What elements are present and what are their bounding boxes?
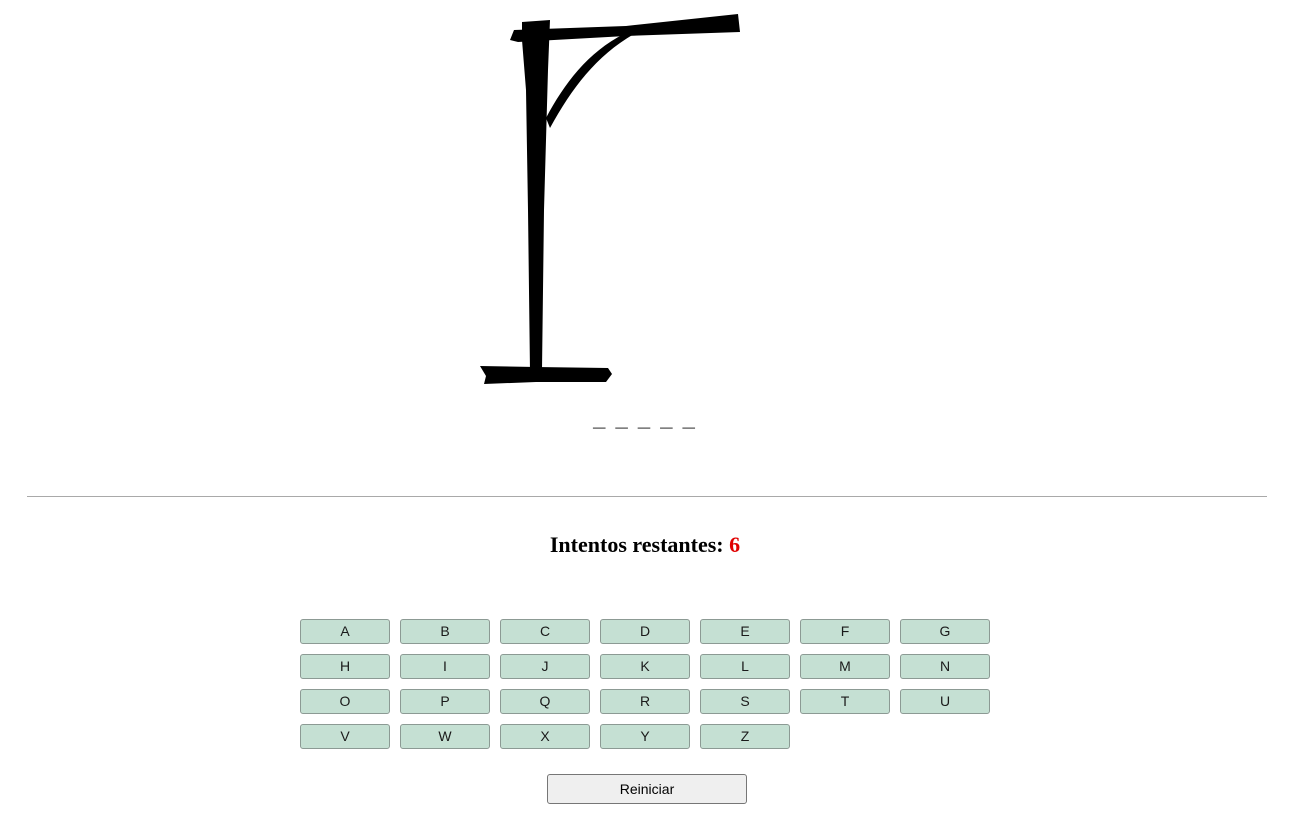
- letter-button-d[interactable]: D: [600, 619, 690, 644]
- letter-button-p[interactable]: P: [400, 689, 490, 714]
- letter-button-a[interactable]: A: [300, 619, 390, 644]
- attempts-remaining: Intentos restantes: 6: [0, 532, 1290, 558]
- letter-button-x[interactable]: X: [500, 724, 590, 749]
- reset-button[interactable]: Reiniciar: [547, 774, 747, 804]
- letter-button-u[interactable]: U: [900, 689, 990, 714]
- letter-button-q[interactable]: Q: [500, 689, 590, 714]
- letter-button-s[interactable]: S: [700, 689, 790, 714]
- attempts-label: Intentos restantes:: [549, 532, 724, 557]
- letter-button-g[interactable]: G: [900, 619, 990, 644]
- word-blanks: _ _ _ _ _: [593, 406, 697, 431]
- letter-button-v[interactable]: V: [300, 724, 390, 749]
- letter-button-c[interactable]: C: [500, 619, 590, 644]
- letter-button-t[interactable]: T: [800, 689, 890, 714]
- letter-button-r[interactable]: R: [600, 689, 690, 714]
- letter-button-o[interactable]: O: [300, 689, 390, 714]
- divider: [27, 496, 1267, 497]
- attempts-count: 6: [729, 532, 741, 557]
- letter-button-y[interactable]: Y: [600, 724, 690, 749]
- letter-button-n[interactable]: N: [900, 654, 990, 679]
- gallows-image: [476, 10, 746, 388]
- letter-button-j[interactable]: J: [500, 654, 590, 679]
- letter-button-h[interactable]: H: [300, 654, 390, 679]
- letter-button-f[interactable]: F: [800, 619, 890, 644]
- letter-button-w[interactable]: W: [400, 724, 490, 749]
- letter-button-m[interactable]: M: [800, 654, 890, 679]
- letter-button-i[interactable]: I: [400, 654, 490, 679]
- letter-button-k[interactable]: K: [600, 654, 690, 679]
- letter-button-b[interactable]: B: [400, 619, 490, 644]
- letter-button-l[interactable]: L: [700, 654, 790, 679]
- letter-button-z[interactable]: Z: [700, 724, 790, 749]
- letter-button-e[interactable]: E: [700, 619, 790, 644]
